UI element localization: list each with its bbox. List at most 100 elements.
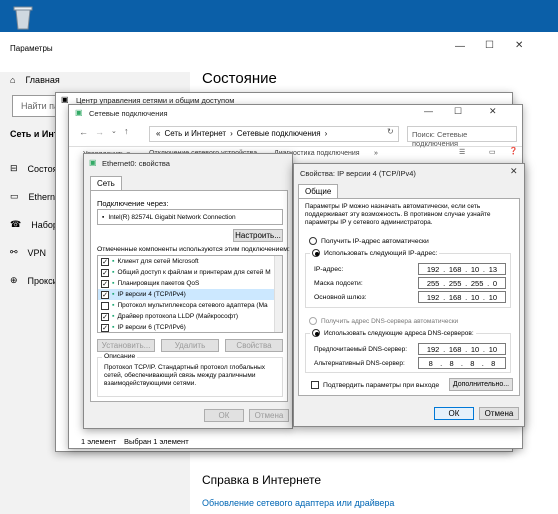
close-icon[interactable]: ✕ [510,166,518,177]
auto-dns-radio[interactable] [309,317,317,325]
cancel-button[interactable]: Отмена [479,407,519,420]
refresh-icon[interactable]: ↻ [387,127,394,136]
manual-ip-option[interactable]: Использовать следующий IP-адрес: [310,249,440,257]
alternate-dns-field[interactable]: 8. 8. 8. 8 [418,357,506,369]
sidebar-item-status[interactable]: ⊟ Состоя [10,163,57,174]
adapter-name: Intel(R) 82574L Gigabit Network Connecti… [108,213,236,221]
install-button[interactable]: Установить... [97,339,155,352]
manual-ip-radio[interactable] [312,249,320,257]
auto-ip-radio[interactable] [309,237,317,245]
sidebar-item-proxy[interactable]: ⊕ Прокси [10,275,58,286]
subnet-mask-field[interactable]: 255. 255. 255. 0 [418,277,506,289]
help-heading: Справка в Интернете [202,473,322,487]
ip-octet: 8 [491,358,496,368]
sidebar-item-ethernet[interactable]: ▭ Etherne [10,191,60,202]
list-item[interactable]: ✓ ▪ Драйвер протокола LLDP (Майкрософт) [98,311,282,322]
sidebar-item-dialup[interactable]: ☎ Набор [10,219,58,230]
gateway-label: Основной шлюз: [314,294,367,301]
scrollbar[interactable] [274,256,282,332]
component-checkbox[interactable] [101,301,109,310]
back-icon[interactable]: ← [79,127,88,137]
validate-option[interactable]: Подтвердить параметры при выходе [311,381,439,389]
component-label: IP версии 4 (TCP/IPv4) [117,291,186,298]
maximize-icon[interactable]: ☐ [454,106,462,117]
recycle-bin-icon[interactable] [8,2,38,32]
sidebar-item-home[interactable]: ⌂ Главная [10,75,60,85]
configure-button[interactable]: Настроить... [233,229,283,242]
tab-network[interactable]: Сеть [90,176,122,190]
control-panel-icon: ▣ [61,95,69,104]
cancel-button[interactable]: Отмена [249,409,289,422]
list-item[interactable]: ✓ ▪ IP версии 6 (TCP/IPv6) [98,322,282,332]
ip-dot: . [481,358,484,368]
component-icon: ▪ [112,280,115,287]
dns1-label: Предпочитаемый DNS-сервер: [314,346,408,353]
pane-icon[interactable]: ▭ [489,148,496,156]
maximize-icon[interactable]: ☐ [485,40,494,51]
preferred-dns-field[interactable]: 192. 168. 10. 10 [418,343,506,355]
ethernet-properties-dialog: ▣ Ethernet0: свойства Сеть Подключение ч… [83,153,293,429]
search-input[interactable]: Поиск: Сетевые подключения [407,126,517,148]
home-label: Главная [25,75,60,85]
ethernet-icon: ▭ [10,191,19,201]
tab-general[interactable]: Общие [298,184,339,198]
ip-address-field[interactable]: 192. 168. 10. 13 [418,263,506,275]
recent-icon[interactable]: ⌄ [111,127,117,135]
close-icon[interactable]: ✕ [489,106,497,117]
component-checkbox[interactable]: ✓ [101,290,109,299]
gateway-field[interactable]: 192. 168. 10. 10 [418,291,506,303]
mask-label: Маска подсети: [314,280,363,287]
advanced-button[interactable]: Дополнительно... [449,378,513,391]
sidebar-item-vpn[interactable]: ⚯ VPN [10,247,46,258]
close-icon[interactable]: ✕ [515,40,523,51]
ip-octet: 168 [448,292,462,302]
ipv4-properties-dialog: Свойства: IP версии 4 (TCP/IPv4) ✕ Общие… [293,163,525,427]
manual-dns-option[interactable]: Использовать следующие адреса DNS-сервер… [310,329,476,337]
component-checkbox[interactable]: ✓ [101,257,109,266]
breadcrumb-item[interactable]: Сетевые подключения [237,129,321,139]
ip-dot: . [443,344,446,354]
component-checkbox[interactable]: ✓ [101,268,109,277]
list-item[interactable]: ✓ ▪ Общий доступ к файлам и принтерам для … [98,267,282,278]
component-label: Общий доступ к файлам и принтерам для се… [117,269,271,276]
ethernet-title: Ethernet0: свойства [102,159,170,168]
sidebar-label: VPN [27,247,47,258]
view-icon[interactable]: ☰ [459,148,465,156]
remove-button[interactable]: Удалить [161,339,219,352]
status-icon: ⊟ [10,163,18,173]
ip-octet: 10 [470,344,480,354]
forward-icon[interactable]: → [95,127,104,137]
component-checkbox[interactable]: ✓ [101,323,109,332]
component-icon: ▪ [112,313,115,320]
ip-dot: . [482,344,486,354]
minimize-icon[interactable]: — [455,41,465,52]
properties-button[interactable]: Свойства [225,339,283,352]
minimize-icon[interactable]: — [424,106,433,116]
help-link[interactable]: Обновление сетевого адаптера или драйвер… [202,498,394,508]
ok-button[interactable]: ОК [434,407,474,420]
address-bar[interactable]: « Сеть и Интернет › Сетевые подключения … [149,126,399,142]
breadcrumb-item[interactable]: Сеть и Интернет [164,129,226,139]
ip-dot: . [440,358,443,368]
sidebar-label: Прокси [27,275,58,286]
components-list[interactable]: ✓ ▪ Клиент для сетей Microsoft ✓ ▪ Общий дост… [97,255,283,333]
ok-button[interactable]: ОК [204,409,244,422]
component-icon: ▪ [112,324,115,331]
manual-dns-radio[interactable] [312,329,320,337]
help-icon[interactable]: ❓ [509,147,518,155]
component-checkbox[interactable]: ✓ [101,312,109,321]
list-item[interactable]: ✓ ▪ IP версии 4 (TCP/IPv4) [98,289,282,300]
breadcrumb-separator: › [230,129,233,138]
list-item[interactable]: ✓ ▪ Клиент для сетей Microsoft [98,256,282,267]
more-commands-button[interactable]: » [374,150,378,157]
ip-octet: 13 [488,264,498,274]
validate-checkbox[interactable] [311,381,319,389]
component-checkbox[interactable]: ✓ [101,279,109,288]
auto-ip-option[interactable]: Получить IP-адрес автоматически [309,237,429,245]
list-item[interactable]: ▪ Протокол мультиплексора сетевого адапте… [98,300,282,311]
sidebar-label: Набор [31,219,58,230]
description-group: Описание Протокол TCP/IP. Стандартный пр… [97,353,283,397]
list-item[interactable]: ✓ ▪ Планировщик пакетов QoS [98,278,282,289]
auto-dns-option[interactable]: Получить адрес DNS-сервера автоматически [309,317,458,325]
up-icon[interactable]: ↑ [124,126,129,136]
